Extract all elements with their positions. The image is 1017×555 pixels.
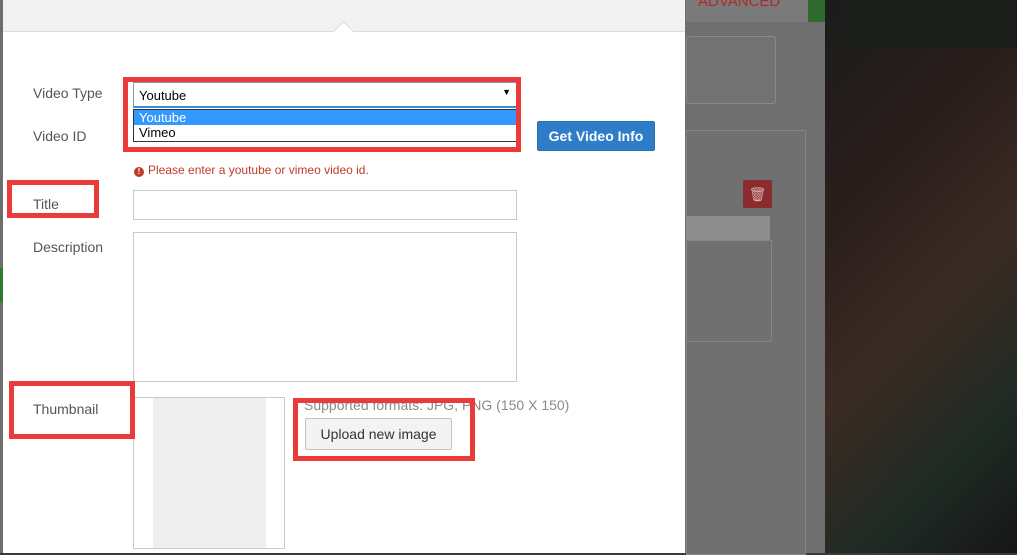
trash-icon: 🗑	[743, 180, 772, 208]
background-dark-top	[836, 0, 1017, 48]
video-type-select[interactable]: Youtube ▼	[133, 82, 517, 108]
video-type-value: Youtube	[139, 88, 187, 103]
thumbnail-label: Thumbnail	[33, 401, 99, 417]
title-input[interactable]	[133, 190, 517, 220]
thumbnail-preview	[133, 397, 285, 549]
chevron-down-icon[interactable]: ▼	[502, 87, 511, 97]
video-modal: Video Type Youtube ▼ Youtube Vimeo Video…	[3, 0, 685, 553]
thumbnail-placeholder	[153, 398, 266, 548]
video-type-dropdown: Youtube Vimeo	[133, 109, 517, 142]
background-list-header	[686, 216, 770, 240]
background-tab-advanced: ADVANCED	[686, 0, 820, 22]
description-textarea[interactable]	[133, 232, 517, 382]
error-message: ! Please enter a youtube or vimeo video i…	[134, 163, 369, 177]
background-video-area	[825, 0, 1017, 553]
video-type-label: Video Type	[33, 85, 103, 101]
video-id-label: Video ID	[33, 128, 87, 144]
error-icon: !	[134, 167, 144, 177]
option-vimeo[interactable]: Vimeo	[134, 125, 516, 140]
supported-formats-text: Supported formats: JPG, PNG (150 X 150)	[304, 397, 570, 413]
title-label: Title	[33, 196, 59, 212]
error-text: Please enter a youtube or vimeo video id…	[148, 163, 369, 177]
get-video-info-button[interactable]: Get Video Info	[537, 121, 655, 151]
upload-image-button[interactable]: Upload new image	[305, 418, 452, 450]
background-list-body	[686, 240, 772, 342]
option-youtube[interactable]: Youtube	[134, 110, 516, 125]
background-box	[686, 36, 776, 104]
description-label: Description	[33, 239, 104, 255]
